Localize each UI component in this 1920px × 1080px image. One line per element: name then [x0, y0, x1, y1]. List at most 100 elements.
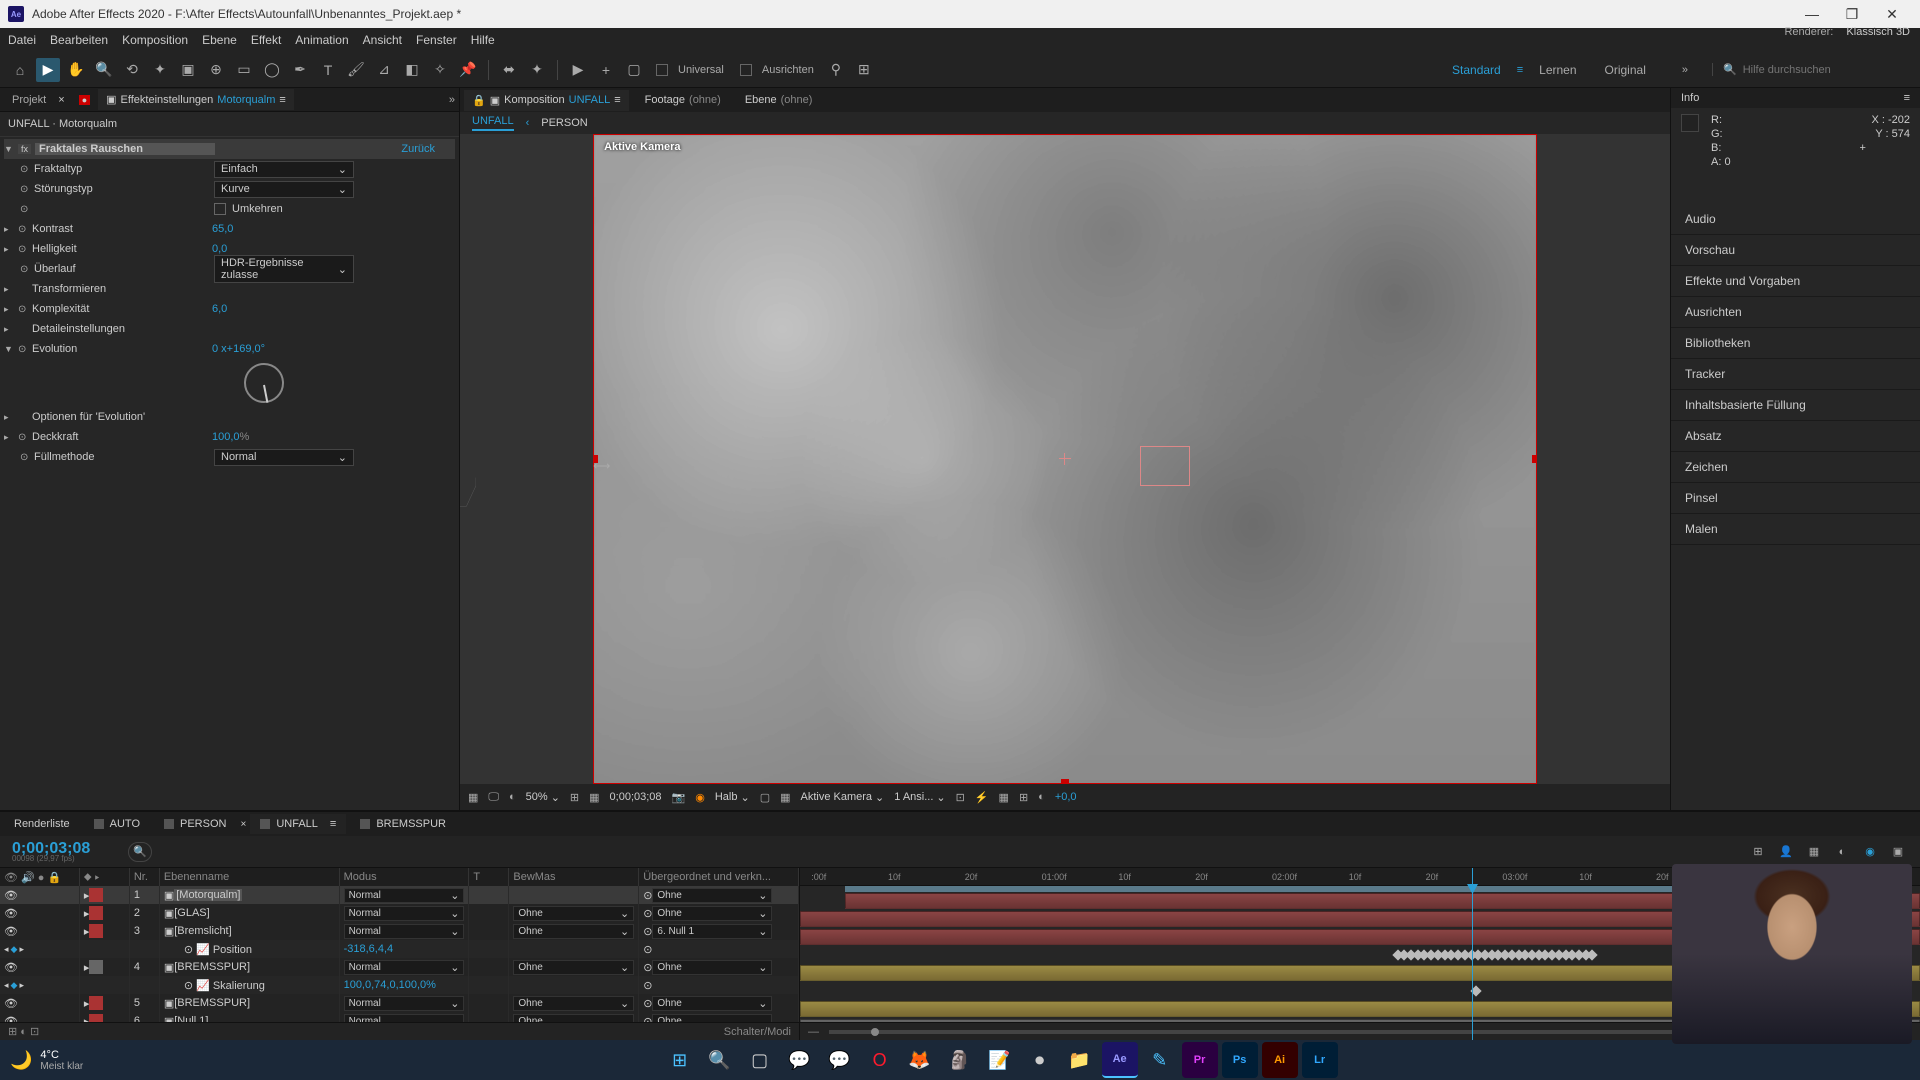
rotate-tool[interactable]: ✦ [148, 58, 172, 82]
chevron-down-icon[interactable]: ⌄ [338, 183, 347, 196]
snapshot-icon[interactable]: 📷 [672, 791, 686, 804]
panel-ausrichten[interactable]: Ausrichten [1671, 297, 1920, 328]
zoom-tool[interactable]: 🔍 [92, 58, 116, 82]
minimize-button[interactable]: — [1792, 0, 1832, 28]
flowchart-icon[interactable]: ⊞ [1019, 791, 1028, 804]
res-icon[interactable]: ⊞ [570, 791, 579, 804]
firefox-app[interactable]: 🦊 [902, 1042, 938, 1078]
lightroom-app[interactable]: Lr [1302, 1042, 1338, 1078]
tab-person[interactable]: PERSON [154, 814, 236, 834]
prop-umkehren[interactable]: ⊙ Umkehren [4, 199, 455, 219]
roto-tool[interactable]: ✧ [428, 58, 452, 82]
panel-audio[interactable]: Audio [1671, 204, 1920, 235]
maximize-button[interactable]: ❐ [1832, 0, 1872, 28]
tab-footage[interactable]: Footage (ohne) [637, 90, 729, 110]
menu-ebene[interactable]: Ebene [202, 33, 237, 47]
opera-app[interactable]: O [862, 1042, 898, 1078]
breadcrumb-unfall[interactable]: UNFALL [472, 115, 514, 131]
home-tool[interactable]: ⌂ [8, 58, 32, 82]
panel-bibliotheken[interactable]: Bibliotheken [1671, 328, 1920, 359]
search-input[interactable] [1743, 64, 1883, 76]
mask-icon[interactable]: ◐ [509, 791, 516, 803]
selection-tool[interactable]: ▶ [36, 58, 60, 82]
tab-projekt[interactable]: Projekt [4, 90, 54, 110]
after-effects-app[interactable]: Ae [1102, 1042, 1138, 1078]
effect-header[interactable]: ▼ fx Fraktales Rauschen Zurück [4, 139, 455, 159]
prop-detail[interactable]: ▸ Detaileinstellungen [4, 319, 455, 339]
timeline-icon[interactable]: ▦ [999, 791, 1009, 804]
notes-app[interactable]: 📝 [982, 1042, 1018, 1078]
composition-viewer[interactable]: Aktive Kamera ⟷ [460, 134, 1670, 784]
grid-snap-icon[interactable]: ⊞ [852, 58, 876, 82]
renderer-info[interactable]: Renderer: Klassisch 3D [1784, 26, 1910, 38]
evolution-dial[interactable] [244, 363, 284, 403]
whatsapp-app[interactable]: 💬 [822, 1042, 858, 1078]
pen-tool[interactable]: ✒ [288, 58, 312, 82]
prop-kontrast[interactable]: ▸⊙ Kontrast 65,0 [4, 219, 455, 239]
panel-pinsel[interactable]: Pinsel [1671, 483, 1920, 514]
menu-bearbeiten[interactable]: Bearbeiten [50, 33, 108, 47]
panel-malen[interactable]: Malen [1671, 514, 1920, 545]
exposure-icon[interactable]: ◐ [1038, 791, 1045, 803]
exposure-value[interactable]: +0,0 [1055, 791, 1077, 803]
box-icon[interactable]: ▢ [622, 58, 646, 82]
plus-icon[interactable]: + [594, 58, 618, 82]
layer-row[interactable]: 👁 ▸ 2 ▣ [GLAS] Normal⌄ Ohne⌄ ⊙ Ohne⌄ [0, 904, 799, 922]
workspace-menu-icon[interactable]: ≡ [1517, 64, 1523, 76]
menu-hilfe[interactable]: Hilfe [471, 33, 495, 47]
shy-icon[interactable]: 👤 [1776, 842, 1796, 862]
draft3d-icon[interactable]: ▣ [1888, 842, 1908, 862]
overflow-icon[interactable]: » [449, 94, 455, 106]
drag-handle-icon[interactable]: ⟷ [593, 459, 610, 473]
tab-komposition[interactable]: 🔒 ▣ Komposition UNFALL ≡ [464, 90, 629, 111]
pixel-icon[interactable]: ⊡ [956, 791, 965, 804]
alpha-icon[interactable]: ▦ [468, 791, 478, 804]
reset-button[interactable]: Zurück [401, 143, 435, 155]
explorer-app[interactable]: 📁 [1062, 1042, 1098, 1078]
zoom-dropdown[interactable]: 50%⌄ [526, 791, 560, 804]
transparency-icon[interactable]: ▦ [780, 791, 790, 804]
panel-menu-icon[interactable]: ≡ [1904, 92, 1910, 104]
layer-row[interactable]: 👁 ▸ 3 ▣ [Bremslicht] Normal⌄ Ohne⌄ ⊙ 6. … [0, 922, 799, 940]
chevron-down-icon[interactable]: ⌄ [338, 451, 347, 464]
menu-fenster[interactable]: Fenster [416, 33, 457, 47]
resize-handle-bottom[interactable] [1061, 779, 1069, 784]
breadcrumb-person[interactable]: PERSON [541, 117, 587, 129]
shape-ellipse-tool[interactable]: ◯ [260, 58, 284, 82]
task-view-button[interactable]: ▢ [742, 1042, 778, 1078]
property-row[interactable]: ◂◆▸ ⊙ 📈 Position -318,6,4,4 ⊙ [0, 940, 799, 958]
selection-box[interactable] [1140, 446, 1190, 486]
prop-stoerungstyp[interactable]: ⊙ Störungstyp Kurve⌄ [4, 179, 455, 199]
layer-row[interactable]: 👁 ▸ 1 ▣ [Motorqualm] Normal⌄ ⊙ Ohne⌄ [0, 886, 799, 904]
start-button[interactable]: ⊞ [662, 1042, 698, 1078]
local-axis-icon[interactable]: ⬌ [497, 58, 521, 82]
grid-icon[interactable]: ▦ [589, 791, 599, 804]
roi-icon[interactable]: ▢ [760, 791, 770, 804]
motion-blur-icon[interactable]: ◐ [1832, 842, 1852, 862]
workspace-original[interactable]: Original [1605, 63, 1646, 77]
puppet-tool[interactable]: 📌 [456, 58, 480, 82]
prop-fraktaltyp[interactable]: ⊙ Fraktaltyp Einfach⌄ [4, 159, 455, 179]
prop-ueberlauf[interactable]: ⊙ Überlauf HDR-Ergebnisse zulasse⌄ [4, 259, 455, 279]
close-icon[interactable]: × [58, 94, 64, 106]
prop-komplexitaet[interactable]: ▸⊙ Komplexität 6,0 [4, 299, 455, 319]
layer-row[interactable]: 👁 ▸ 5 ▣ [BREMSSPUR] Normal⌄ Ohne⌄ ⊙ Ohne… [0, 994, 799, 1012]
world-axis-icon[interactable]: ✦ [525, 58, 549, 82]
clone-tool[interactable]: ⊿ [372, 58, 396, 82]
tab-bremsspur[interactable]: BREMSSPUR [350, 814, 456, 834]
workspace-standard[interactable]: Standard [1452, 63, 1501, 77]
tab-effekteinstellungen[interactable]: ▣ Effekteinstellungen Motorqualm ≡ [98, 89, 294, 110]
panel-menu-icon[interactable]: ≡ [330, 818, 336, 830]
ausrichten-checkbox[interactable]: Ausrichten [740, 64, 814, 76]
workspace-lernen[interactable]: Lernen [1539, 63, 1576, 77]
timecode-display[interactable]: 0;00;03;08 [610, 791, 662, 803]
obs-app[interactable]: ⏺ [1022, 1042, 1058, 1078]
photoshop-app[interactable]: Ps [1222, 1042, 1258, 1078]
close-button[interactable]: ✕ [1872, 0, 1912, 28]
tab-ebene[interactable]: Ebene (ohne) [737, 90, 821, 110]
help-search[interactable]: 🔍 [1712, 63, 1912, 76]
anchor-point-icon[interactable] [1059, 453, 1071, 465]
schalter-modi-button[interactable]: Schalter/Modi [724, 1026, 791, 1038]
info-panel-header[interactable]: Info ≡ [1671, 88, 1920, 108]
property-row[interactable]: ◂◆▸ ⊙ 📈 Skalierung 100,0,74,0,100,0% ⊙ [0, 976, 799, 994]
